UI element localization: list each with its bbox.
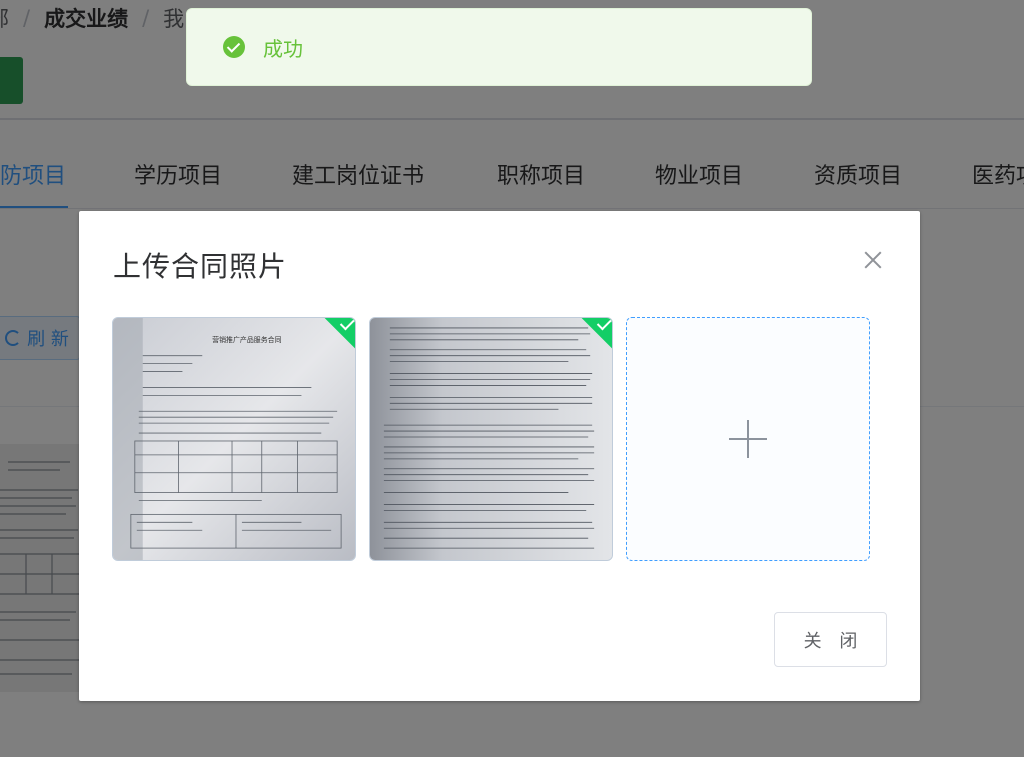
uploaded-image-item[interactable] xyxy=(369,317,613,561)
plus-icon xyxy=(729,420,767,458)
contract-photo xyxy=(370,318,612,560)
dialog-title: 上传合同照片 xyxy=(113,250,288,283)
upload-trigger[interactable] xyxy=(626,317,870,561)
upload-contract-dialog: 上传合同照片 营销推广产品服务合同 关 闭 xyxy=(79,211,920,701)
check-icon xyxy=(339,318,355,331)
check-circle-icon xyxy=(223,36,245,58)
success-message: 成功 xyxy=(186,8,812,86)
success-message-text: 成功 xyxy=(263,36,303,61)
uploaded-image-item[interactable]: 营销推广产品服务合同 xyxy=(112,317,356,561)
contract-photo: 营销推广产品服务合同 xyxy=(113,318,355,560)
check-icon xyxy=(596,318,612,331)
contract-heading: 营销推广产品服务合同 xyxy=(212,335,281,344)
close-icon[interactable] xyxy=(860,247,886,273)
close-button[interactable]: 关 闭 xyxy=(774,612,887,667)
